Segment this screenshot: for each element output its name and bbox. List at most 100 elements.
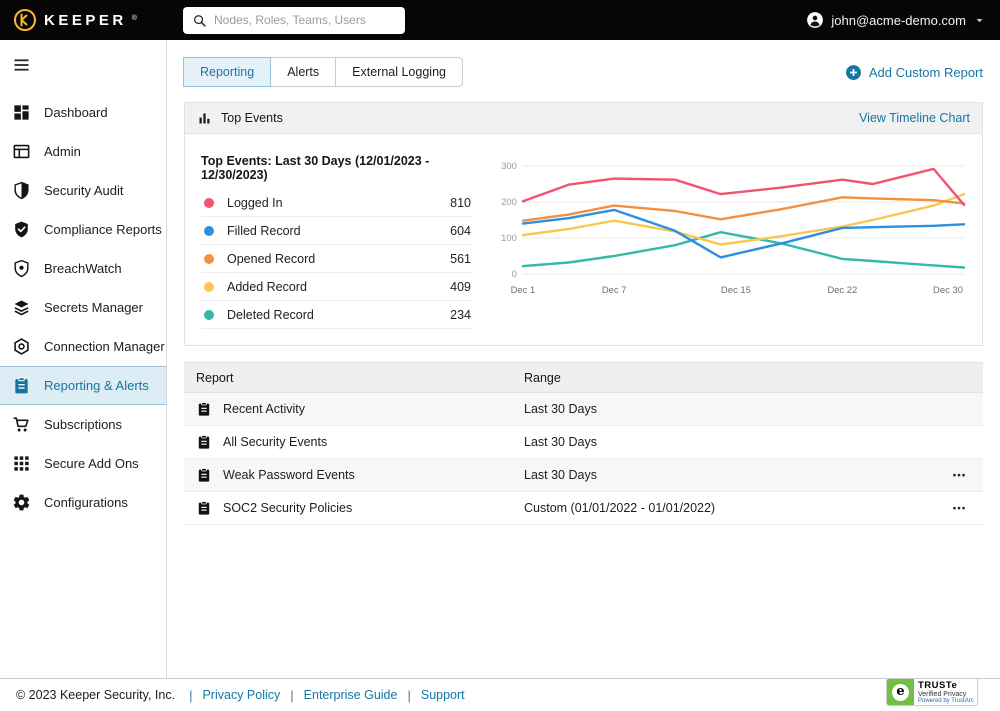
legend-row: Logged In 810 xyxy=(201,189,473,217)
sidebar-item-label: Compliance Reports xyxy=(44,222,162,237)
top-events-panel: Top Events View Timeline Chart Top Event… xyxy=(184,102,983,346)
main-content: Reporting Alerts External Logging Add Cu… xyxy=(167,40,1000,678)
trustarc-logo-icon: e xyxy=(887,679,914,705)
legend-row: Deleted Record 234 xyxy=(201,301,473,329)
clipboard-icon xyxy=(196,434,212,450)
user-email: john@acme-demo.com xyxy=(831,12,966,28)
tab-reporting[interactable]: Reporting xyxy=(183,57,272,87)
search-icon xyxy=(192,13,207,28)
tab-label: External Logging xyxy=(352,65,446,79)
svg-text:Dec 22: Dec 22 xyxy=(827,285,857,296)
top-events-legend: Top Events: Last 30 Days (12/01/2023 - 1… xyxy=(201,144,473,329)
sidebar-item-compliance-reports[interactable]: Compliance Reports xyxy=(0,210,166,249)
sidebar-item-label: Security Audit xyxy=(44,183,124,198)
row-actions-button[interactable] xyxy=(949,465,969,485)
sidebar-item-configurations[interactable]: Configurations xyxy=(0,483,166,522)
report-range: Last 30 Days xyxy=(524,435,597,449)
collapse-menu-button[interactable] xyxy=(0,49,166,93)
sidebar-item-secrets-manager[interactable]: Secrets Manager xyxy=(0,288,166,327)
footer-link-enterprise-guide[interactable]: Enterprise Guide xyxy=(304,688,398,702)
copyright-text: © 2023 Keeper Security, Inc. xyxy=(16,688,176,702)
report-range: Last 30 Days xyxy=(524,468,597,482)
bar-chart-icon xyxy=(197,111,212,126)
svg-text:Dec 7: Dec 7 xyxy=(602,285,627,296)
sidebar-item-label: Connection Manager xyxy=(44,339,165,354)
view-timeline-chart-link[interactable]: View Timeline Chart xyxy=(859,111,970,125)
legend-dot xyxy=(204,253,214,264)
sidebar-item-secure-add-ons[interactable]: Secure Add Ons xyxy=(0,444,166,483)
compliance-reports-icon xyxy=(12,220,31,239)
admin-icon xyxy=(12,142,31,161)
truste-badge[interactable]: e TRUSTe Verified Privacy Powered by Tru… xyxy=(886,678,978,706)
sidebar-item-breachwatch[interactable]: BreachWatch xyxy=(0,249,166,288)
truste-title: TRUSTe xyxy=(918,680,958,691)
sidebar-nav: Dashboard Admin Security Audit Complianc… xyxy=(0,93,166,522)
global-search[interactable] xyxy=(183,6,405,34)
table-row[interactable]: Recent Activity Last 30 Days xyxy=(184,393,983,426)
footer-link-privacy-policy[interactable]: Privacy Policy xyxy=(202,688,280,702)
sidebar-item-label: Admin xyxy=(44,144,81,159)
panel-title: Top Events xyxy=(221,111,283,125)
reports-table: Report Range Recent Activity Last 30 Day… xyxy=(184,362,983,525)
subscriptions-icon xyxy=(12,415,31,434)
report-name: Weak Password Events xyxy=(223,468,355,482)
sidebar-item-connection-manager[interactable]: Connection Manager xyxy=(0,327,166,366)
tab-external-logging[interactable]: External Logging xyxy=(335,57,463,87)
registered-mark: ® xyxy=(131,15,137,22)
legend-row: Opened Record 561 xyxy=(201,245,473,273)
footer-separator: | xyxy=(407,687,411,703)
footer: © 2023 Keeper Security, Inc. | Privacy P… xyxy=(0,678,1000,711)
top-events-chart: 0 100 200 300 Dec 1 Dec 7 Dec 15 Dec 22 Dec 30 xyxy=(495,144,968,329)
sidebar-item-label: Subscriptions xyxy=(44,417,123,432)
top-bar: KEEPER ® john@acme-demo.com xyxy=(0,0,1000,40)
table-row[interactable]: Weak Password Events Last 30 Days xyxy=(184,459,983,492)
sidebar-item-security-audit[interactable]: Security Audit xyxy=(0,171,166,210)
legend-label: Added Record xyxy=(227,279,307,294)
svg-text:Dec 30: Dec 30 xyxy=(933,285,963,296)
tab-label: Reporting xyxy=(200,65,255,79)
reports-table-header: Report Range xyxy=(184,362,983,393)
legend-value: 810 xyxy=(450,195,471,210)
legend-label: Deleted Record xyxy=(227,307,314,322)
keeper-logo[interactable]: KEEPER ® xyxy=(0,8,167,32)
legend-label: Filled Record xyxy=(227,223,301,238)
svg-text:0: 0 xyxy=(512,269,517,280)
top-events-title-group: Top Events xyxy=(197,111,283,126)
sidebar-item-subscriptions[interactable]: Subscriptions xyxy=(0,405,166,444)
table-row[interactable]: All Security Events Last 30 Days xyxy=(184,426,983,459)
report-range: Last 30 Days xyxy=(524,402,597,416)
truste-powered: Powered by TrustArc xyxy=(918,698,974,704)
legend-dot xyxy=(204,281,214,292)
plus-circle-icon xyxy=(845,64,862,81)
brand-name: KEEPER xyxy=(44,11,127,29)
sidebar-item-label: Dashboard xyxy=(44,105,108,120)
sidebar-item-reporting-alerts[interactable]: Reporting & Alerts xyxy=(0,366,166,405)
chevron-down-icon xyxy=(973,14,986,27)
row-actions-button[interactable] xyxy=(949,498,969,518)
hamburger-icon xyxy=(13,58,30,72)
column-header-report: Report xyxy=(196,370,234,385)
svg-text:100: 100 xyxy=(501,233,517,244)
connection-manager-icon xyxy=(12,337,31,356)
sidebar-item-label: Secure Add Ons xyxy=(44,456,139,471)
clipboard-icon xyxy=(196,500,212,516)
tab-alerts[interactable]: Alerts xyxy=(270,57,337,87)
sidebar: Dashboard Admin Security Audit Complianc… xyxy=(0,40,167,678)
legend-title: Top Events: Last 30 Days (12/01/2023 - 1… xyxy=(201,154,430,182)
footer-link-support[interactable]: Support xyxy=(421,688,465,702)
line-chart: 0 100 200 300 Dec 1 Dec 7 Dec 15 Dec 22 Dec 30 xyxy=(501,161,966,296)
legend-value: 234 xyxy=(450,307,471,322)
configurations-icon xyxy=(12,493,31,512)
table-row[interactable]: SOC2 Security Policies Custom (01/01/202… xyxy=(184,492,983,525)
search-input[interactable] xyxy=(214,13,396,27)
clipboard-icon xyxy=(196,467,212,483)
legend-dot xyxy=(204,197,214,208)
add-custom-report-button[interactable]: Add Custom Report xyxy=(845,64,983,81)
account-menu[interactable]: john@acme-demo.com xyxy=(806,11,986,29)
footer-links: | Privacy Policy | Enterprise Guide | Su… xyxy=(179,688,465,703)
report-name: All Security Events xyxy=(223,435,328,449)
legend-row: Added Record 409 xyxy=(201,273,473,301)
sidebar-item-dashboard[interactable]: Dashboard xyxy=(0,93,166,132)
ellipsis-icon xyxy=(951,467,967,483)
sidebar-item-admin[interactable]: Admin xyxy=(0,132,166,171)
